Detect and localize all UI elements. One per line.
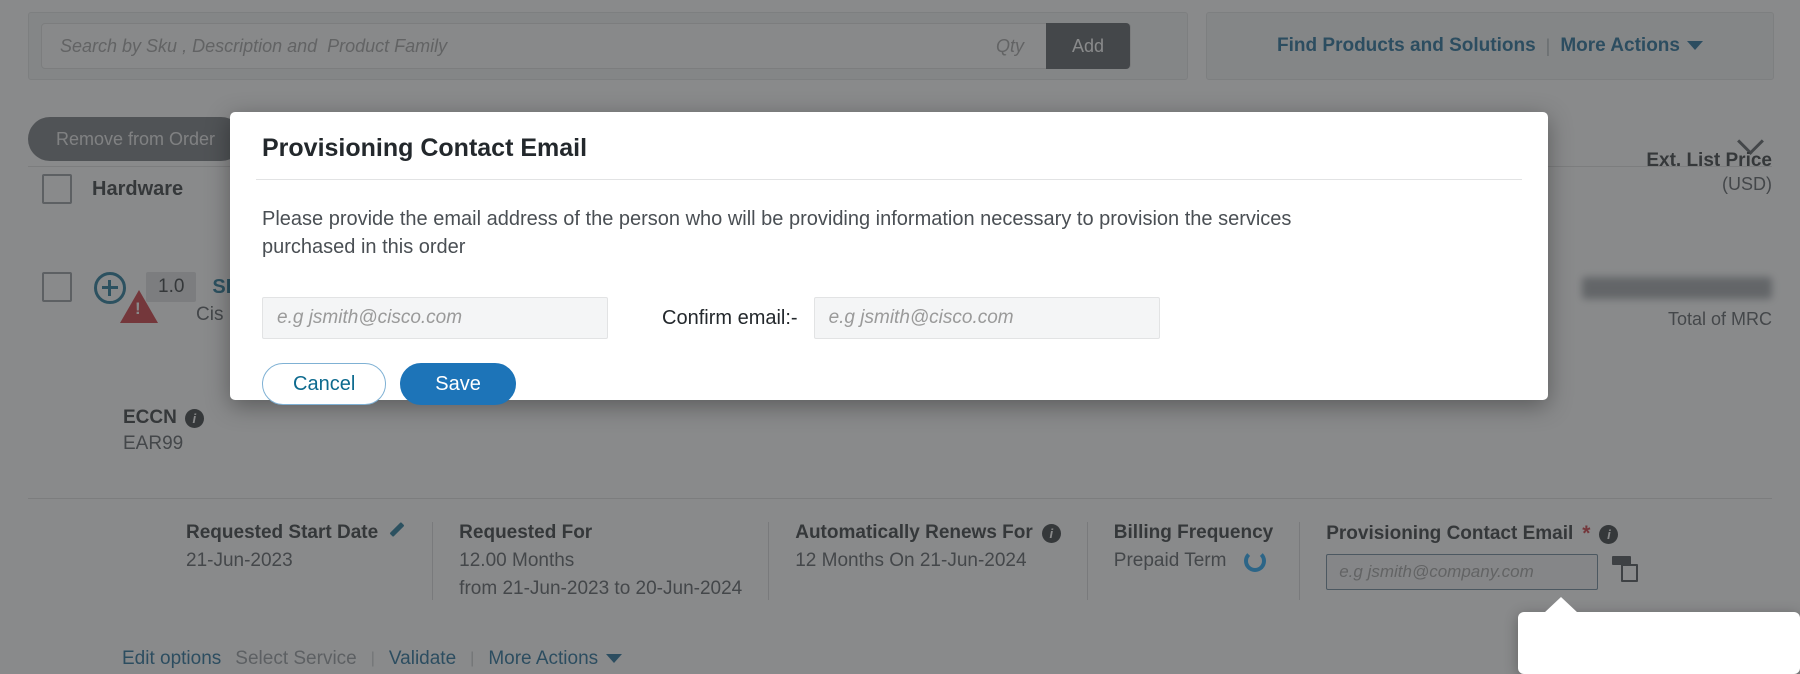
screenshot-root: Qty Add Find Products and Solutions | Mo… [0,0,1800,674]
provisioning-email-tooltip [1518,612,1800,674]
cancel-button[interactable]: Cancel [262,363,386,405]
modal-title: Provisioning Contact Email [262,134,1516,179]
modal-body-text: Please provide the email address of the … [262,180,1352,261]
modal-form: Confirm email:- [262,297,1516,339]
save-button[interactable]: Save [400,363,516,405]
confirm-email-label: Confirm email:- [662,307,798,330]
modal-email-input[interactable] [262,297,608,339]
modal-confirm-email-input[interactable] [814,297,1160,339]
provisioning-contact-email-modal: Provisioning Contact Email Please provid… [230,112,1548,400]
modal-actions: Cancel Save [262,363,1516,405]
